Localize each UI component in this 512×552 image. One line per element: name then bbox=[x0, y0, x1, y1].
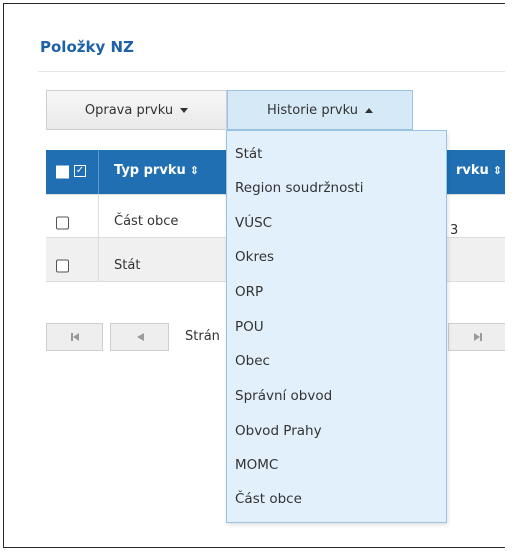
last-page-button[interactable] bbox=[448, 323, 505, 351]
history-menu-item[interactable]: Obec bbox=[235, 353, 270, 369]
history-element-button[interactable]: Historie prvku bbox=[227, 90, 413, 130]
history-menu-item[interactable]: Obvod Prahy bbox=[235, 423, 322, 439]
history-menu-item[interactable]: POU bbox=[235, 319, 264, 335]
edit-element-label: Oprava prvku bbox=[84, 102, 174, 118]
history-menu-item[interactable]: VÚSC bbox=[235, 215, 272, 231]
sort-icon: ⇕ bbox=[189, 164, 199, 177]
caret-down-icon bbox=[180, 107, 189, 113]
column-header-second-label: rvku bbox=[456, 163, 489, 178]
history-menu-item[interactable]: Region soudržnosti bbox=[235, 180, 363, 196]
history-menu-item[interactable]: Část obce bbox=[235, 491, 302, 507]
caret-up-icon bbox=[364, 107, 373, 113]
row-checkbox[interactable] bbox=[56, 216, 69, 230]
history-dropdown-menu: Stát Region soudržnosti VÚSC Okres ORP P… bbox=[226, 130, 447, 523]
history-menu-item[interactable]: Okres bbox=[235, 249, 274, 265]
history-menu-item[interactable]: MOMC bbox=[235, 457, 278, 473]
pager-page-label: Strán bbox=[185, 329, 220, 344]
column-separator bbox=[98, 194, 99, 238]
history-element-label: Historie prvku bbox=[267, 102, 358, 118]
previous-page-button[interactable] bbox=[110, 323, 169, 351]
edit-element-button[interactable]: Oprava prvku bbox=[46, 90, 227, 130]
window-frame: Položky NZ Oprava prvku Historie prvku ✓… bbox=[3, 3, 505, 548]
title-divider bbox=[38, 71, 505, 72]
panel-title: Položky NZ bbox=[40, 38, 134, 56]
history-menu-item[interactable]: Stát bbox=[235, 146, 262, 162]
first-page-button[interactable] bbox=[46, 323, 103, 351]
first-page-icon bbox=[70, 333, 79, 341]
prev-page-icon bbox=[136, 333, 144, 341]
history-menu-item[interactable]: Správní obvod bbox=[235, 388, 332, 404]
history-menu-item[interactable]: ORP bbox=[235, 284, 263, 300]
select-all-checkbox[interactable] bbox=[56, 165, 69, 179]
row-value-cell: 3 bbox=[450, 223, 459, 238]
column-header-second[interactable]: rvku ⇕ bbox=[456, 163, 502, 178]
column-header-type-label: Typ prvku bbox=[114, 163, 186, 178]
row-checkbox[interactable] bbox=[56, 259, 69, 273]
row-type-cell: Stát bbox=[114, 258, 141, 273]
column-header-type[interactable]: Typ prvku ⇕ bbox=[114, 163, 199, 178]
last-page-icon bbox=[474, 333, 482, 341]
column-separator bbox=[98, 238, 99, 282]
check-all-icon[interactable]: ✓ bbox=[74, 165, 86, 177]
sort-icon: ⇕ bbox=[492, 164, 503, 177]
row-type-cell: Část obce bbox=[114, 214, 179, 229]
